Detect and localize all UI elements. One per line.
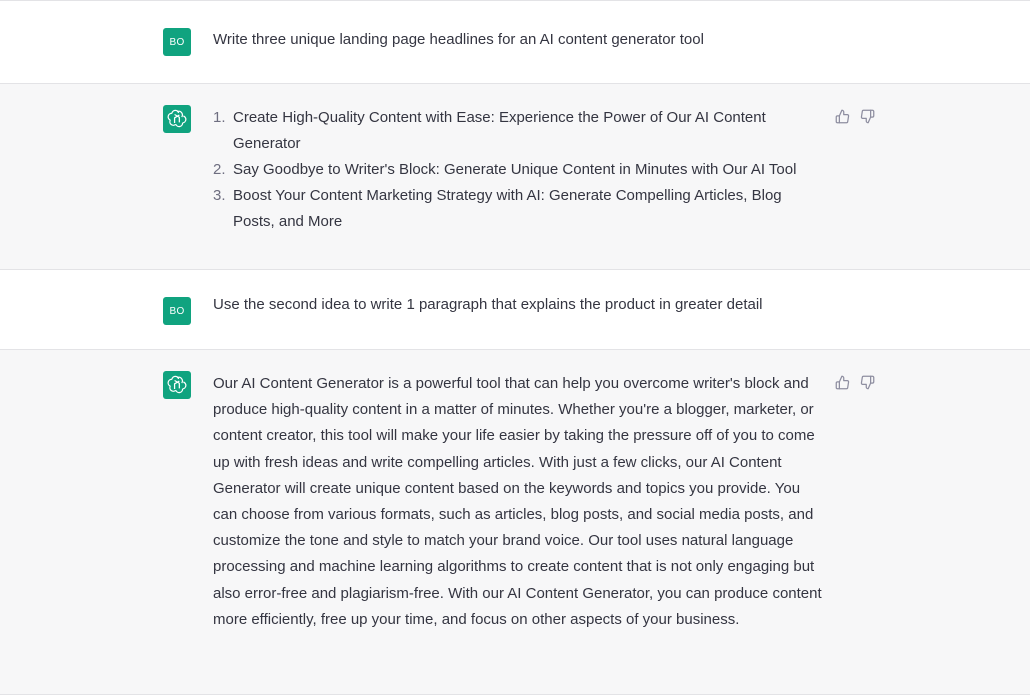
user-message-text: Use the second idea to write 1 paragraph… xyxy=(213,296,763,313)
list-item-text: Create High-Quality Content with Ease: E… xyxy=(233,109,766,152)
user-avatar: BO xyxy=(163,28,191,56)
user-message: BO Write three unique landing page headl… xyxy=(0,0,1030,84)
openai-logo-icon xyxy=(163,105,191,133)
headline-list: 1. Create High-Quality Content with Ease… xyxy=(213,105,825,235)
list-item: 2. Say Goodbye to Writer's Block: Genera… xyxy=(213,157,825,183)
thumbs-up-icon[interactable] xyxy=(834,108,850,124)
list-item: 1. Create High-Quality Content with Ease… xyxy=(213,105,825,157)
user-message: BO Use the second idea to write 1 paragr… xyxy=(0,270,1030,350)
thumbs-up-icon[interactable] xyxy=(834,374,850,390)
assistant-message: Our AI Content Generator is a powerful t… xyxy=(0,350,1030,695)
user-message-text: Write three unique landing page headline… xyxy=(213,31,704,48)
list-item-number: 1. xyxy=(213,109,226,126)
list-item-text: Say Goodbye to Writer's Block: Generate … xyxy=(233,161,797,178)
chat-thread: BO Write three unique landing page headl… xyxy=(0,0,1030,700)
thumbs-down-icon[interactable] xyxy=(859,374,875,390)
thumbs-down-icon[interactable] xyxy=(859,108,875,124)
openai-logo-icon xyxy=(163,371,191,399)
list-item-number: 2. xyxy=(213,161,226,178)
feedback-buttons xyxy=(834,108,875,124)
list-item-text: Boost Your Content Marketing Strategy wi… xyxy=(233,187,782,230)
list-item-number: 3. xyxy=(213,187,226,204)
assistant-message: 1. Create High-Quality Content with Ease… xyxy=(0,84,1030,270)
assistant-message-text: Our AI Content Generator is a powerful t… xyxy=(213,375,822,628)
feedback-buttons xyxy=(834,374,875,390)
list-item: 3. Boost Your Content Marketing Strategy… xyxy=(213,183,825,235)
user-avatar: BO xyxy=(163,297,191,325)
